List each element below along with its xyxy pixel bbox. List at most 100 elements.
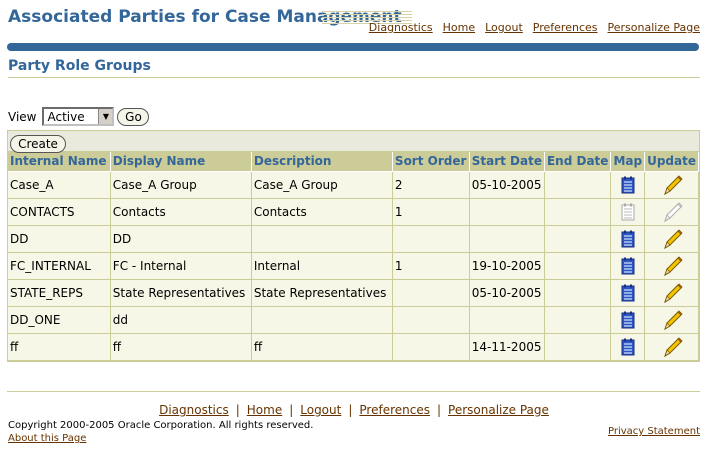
pencil-icon[interactable] (661, 282, 683, 303)
global-links: Diagnostics Home Logout Preferences Pers… (359, 21, 700, 34)
global-link-diagnostics[interactable]: Diagnostics (369, 21, 433, 34)
pencil-icon[interactable] (661, 336, 683, 357)
cell-sort-order (392, 333, 470, 361)
table-row: STATE_REPS State Representatives State Rep… (8, 279, 699, 307)
cell-update (644, 252, 699, 280)
column-header-internal-name[interactable]: Internal Name (8, 152, 111, 172)
cell-map (610, 171, 646, 199)
footer-link-personalize-page[interactable]: Personalize Page (448, 403, 549, 417)
footer-link-diagnostics[interactable]: Diagnostics (159, 403, 229, 417)
cell-description: Internal (251, 252, 393, 280)
footer-divider (7, 391, 700, 392)
column-header-start-date[interactable]: Start Date (469, 152, 545, 172)
go-button[interactable]: Go (117, 107, 150, 126)
pencil-icon[interactable] (661, 309, 683, 330)
privacy-statement-link[interactable]: Privacy Statement (608, 426, 700, 437)
footer-separator: | (235, 403, 240, 417)
cell-sort-order: 1 (392, 252, 470, 280)
map-icon[interactable] (621, 338, 635, 356)
column-header-description[interactable]: Description (251, 152, 393, 172)
page-title: Party Role Groups (8, 58, 700, 78)
cell-display-name: DD (110, 225, 252, 253)
cell-description (251, 225, 393, 253)
cell-update (644, 306, 699, 334)
table-row: FC_INTERNAL FC - Internal Internal 1 19-10-2… (8, 252, 699, 280)
cell-update (644, 171, 699, 199)
cell-display-name: FC - Internal (110, 252, 252, 280)
cell-description: State Representatives (251, 279, 393, 307)
map-icon[interactable] (621, 311, 635, 329)
global-link-home[interactable]: Home (443, 21, 475, 34)
cell-sort-order (392, 225, 470, 253)
map-icon[interactable] (621, 176, 635, 194)
footer-link-home[interactable]: Home (247, 403, 282, 417)
view-select-value: Active (47, 109, 85, 124)
chevron-down-icon[interactable]: ▼ (98, 109, 113, 124)
party-role-groups-table: Internal Name Display Name Description S… (8, 152, 699, 361)
footer-separator: | (436, 403, 442, 417)
about-this-page-link[interactable]: About this Page (8, 433, 86, 444)
cell-end-date (544, 198, 612, 226)
cell-internal-name: ff (8, 333, 111, 361)
cell-start-date: 19-10-2005 (469, 252, 545, 280)
cell-start-date (469, 198, 545, 226)
cell-map (610, 306, 646, 334)
global-link-logout[interactable]: Logout (485, 21, 523, 34)
cell-internal-name: CONTACTS (8, 198, 111, 226)
cell-end-date (544, 306, 612, 334)
cell-internal-name: DD (8, 225, 111, 253)
cell-description: ff (251, 333, 393, 361)
cell-description: Contacts (251, 198, 393, 226)
map-icon[interactable] (621, 230, 635, 248)
table-row: Case_A Case_A Group Case_A Group 2 05-10-200… (8, 171, 699, 199)
cell-display-name: Contacts (110, 198, 252, 226)
pencil-icon[interactable] (661, 255, 683, 276)
cell-map (610, 198, 646, 226)
pencil-icon[interactable] (661, 228, 683, 249)
cell-end-date (544, 171, 612, 199)
footer-separator: | (289, 403, 294, 417)
global-link-preferences[interactable]: Preferences (533, 21, 598, 34)
view-filter: View Active ▼ Go (8, 107, 150, 126)
column-header-map: Map (610, 152, 646, 172)
cell-internal-name: DD_ONE (8, 306, 111, 334)
pencil-icon[interactable] (661, 174, 683, 195)
cell-update (644, 225, 699, 253)
cell-internal-name: Case_A (8, 171, 111, 199)
map-icon[interactable] (621, 257, 635, 275)
cell-start-date: 05-10-2005 (469, 279, 545, 307)
cell-start-date: 05-10-2005 (469, 171, 545, 199)
global-link-personalize-page[interactable]: Personalize Page (608, 21, 701, 34)
cell-update (644, 198, 699, 226)
cell-map (610, 252, 646, 280)
cell-sort-order (392, 306, 470, 334)
pencil-icon (663, 201, 683, 222)
footer-link-preferences[interactable]: Preferences (359, 403, 430, 417)
cell-display-name: State Representatives (110, 279, 252, 307)
cell-end-date (544, 333, 612, 361)
cell-description: Case_A Group (251, 171, 393, 199)
table-row: CONTACTS Contacts Contacts 1 (8, 198, 699, 226)
create-button[interactable]: Create (10, 135, 66, 153)
cell-display-name: Case_A Group (110, 171, 252, 199)
table-row: ff ff ff 14-11-2005 (8, 333, 699, 361)
footer-links: Diagnostics | Home | Logout | Preferences | Pers… (0, 403, 708, 417)
footer-link-logout[interactable]: Logout (300, 403, 341, 417)
column-header-sort-order[interactable]: Sort Order (392, 152, 470, 172)
cell-end-date (544, 279, 612, 307)
cell-end-date (544, 252, 612, 280)
cell-display-name: dd (110, 306, 252, 334)
cell-internal-name: STATE_REPS (8, 279, 111, 307)
column-header-end-date[interactable]: End Date (544, 152, 612, 172)
cell-sort-order (392, 279, 470, 307)
table-control-bar: Create (8, 131, 699, 153)
column-header-display-name[interactable]: Display Name (110, 152, 252, 172)
column-header-update: Update (644, 152, 699, 172)
view-select[interactable]: Active ▼ (42, 107, 115, 126)
cell-internal-name: FC_INTERNAL (8, 252, 111, 280)
map-icon[interactable] (621, 284, 635, 302)
brand-bar (7, 43, 699, 51)
cell-sort-order: 2 (392, 171, 470, 199)
cell-update (644, 333, 699, 361)
table-row: DD_ONE dd (8, 306, 699, 334)
